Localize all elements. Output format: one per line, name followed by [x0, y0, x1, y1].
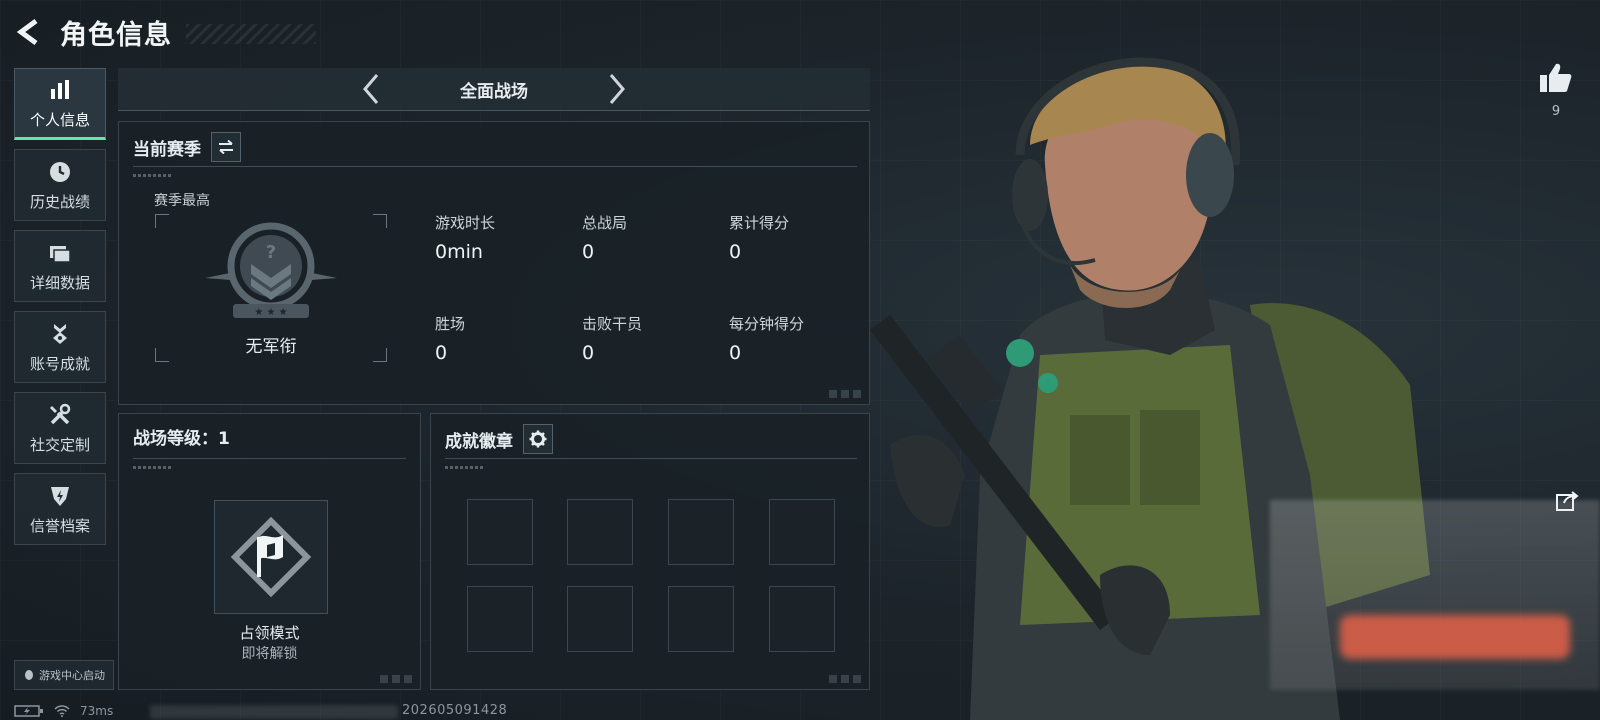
blurred-button — [1340, 615, 1570, 659]
game-center-launch-button[interactable]: 游戏中心启动 — [14, 660, 114, 690]
badge-slot[interactable] — [769, 499, 835, 565]
ping-value: 73ms — [80, 704, 114, 718]
rank-badge-icon: ? ★ ★ ★ — [205, 222, 337, 318]
blurred-overlay — [1270, 500, 1600, 690]
sidebar-item-social-custom[interactable]: 社交定制 — [14, 392, 106, 464]
status-bar: 73ms — [14, 703, 113, 719]
svg-text:★ ★ ★: ★ ★ ★ — [254, 307, 287, 318]
stat-wins: 胜场 0 — [435, 315, 466, 364]
stat-total-matches: 总战局 0 — [582, 214, 628, 263]
badge-slot[interactable] — [668, 586, 734, 652]
sidebar-item-detailed-data[interactable]: 详细数据 — [14, 230, 106, 302]
divider — [133, 458, 406, 459]
title-decoration — [186, 24, 316, 44]
rank-name: 无军衔 — [245, 337, 297, 357]
sidebar-item-label: 账号成就 — [29, 354, 90, 373]
divider-dash — [445, 466, 483, 469]
page-title: 角色信息 — [60, 19, 172, 51]
divider-dash — [133, 174, 171, 177]
badge-slot[interactable] — [467, 499, 533, 565]
blurred-text — [150, 705, 398, 719]
rank-display: ? ★ ★ ★ 无军衔 — [155, 214, 387, 362]
shield-bolt-icon — [47, 483, 73, 509]
game-center-label: 游戏中心启动 — [39, 669, 105, 682]
like-button[interactable]: 9 — [1536, 62, 1576, 119]
gear-icon — [529, 430, 547, 448]
divider — [445, 458, 857, 459]
stat-total-score: 累计得分 0 — [729, 214, 790, 263]
season-title: 当前赛季 — [133, 139, 201, 160]
badge-slot[interactable] — [668, 499, 734, 565]
battlefield-level-panel: 战场等级：1 占领模式 即将解锁 — [118, 413, 421, 690]
sidebar-item-label: 个人信息 — [29, 110, 90, 129]
badge-slot[interactable] — [467, 586, 533, 652]
folder-icon — [47, 240, 73, 266]
sidebar-item-label: 信誉档案 — [29, 516, 90, 535]
sidebar-item-label: 社交定制 — [29, 435, 90, 454]
season-switch-button[interactable] — [211, 132, 241, 162]
badges-title: 成就徽章 — [445, 431, 513, 452]
medal-icon — [47, 321, 73, 347]
badge-slot[interactable] — [769, 586, 835, 652]
sidebar-nav: 个人信息 历史战绩 详细数据 账号成就 社交定制 信誉档案 — [14, 68, 106, 554]
sidebar-item-label: 详细数据 — [29, 273, 90, 292]
season-best-label: 赛季最高 — [154, 193, 210, 209]
sidebar-item-label: 历史战绩 — [29, 192, 90, 211]
mode-unlock-tile[interactable] — [214, 500, 328, 614]
bar-chart-icon — [47, 77, 73, 103]
mode-lock-status: 即将解锁 — [241, 646, 298, 662]
badge-slot[interactable] — [567, 499, 633, 565]
flag-icon — [230, 516, 312, 598]
tools-icon — [47, 402, 73, 428]
arrow-left-icon — [16, 18, 38, 46]
mode-next-button[interactable] — [599, 71, 635, 107]
panel-corner-decoration — [829, 390, 863, 398]
panel-corner-decoration — [829, 675, 863, 683]
divider-dash — [133, 466, 171, 469]
stat-score-per-minute: 每分钟得分 0 — [729, 315, 805, 364]
badge-slot[interactable] — [567, 586, 633, 652]
stat-play-time: 游戏时长 0min — [435, 214, 496, 263]
sidebar-item-reputation[interactable]: 信誉档案 — [14, 473, 106, 545]
page-header: 角色信息 — [14, 14, 316, 51]
penguin-icon — [25, 670, 33, 680]
level-header: 战场等级：1 — [133, 424, 230, 449]
sidebar-item-achievements[interactable]: 账号成就 — [14, 311, 106, 383]
chevron-left-icon — [363, 74, 379, 104]
mode-prev-button[interactable] — [353, 71, 389, 107]
stat-kills: 击败干员 0 — [582, 315, 643, 364]
divider — [133, 166, 857, 167]
mode-title: 全面战场 — [460, 81, 528, 102]
season-panel: 当前赛季 赛季最高 ? ★ ★ ★ 无军衔 游戏时长 0min 总战局 0 累计得分… — [118, 121, 870, 405]
swap-icon — [219, 140, 233, 154]
build-id: 202605091428 — [402, 703, 508, 718]
wifi-icon — [54, 705, 70, 717]
like-count: 9 — [1551, 104, 1561, 119]
sidebar-item-personal-info[interactable]: 个人信息 — [14, 68, 106, 140]
badges-settings-button[interactable] — [523, 424, 553, 454]
badges-header: 成就徽章 — [445, 424, 553, 454]
svg-text:?: ? — [266, 242, 276, 263]
back-button[interactable] — [14, 15, 44, 49]
level-title: 战场等级：1 — [133, 429, 230, 449]
clock-history-icon — [47, 159, 73, 185]
mode-switcher: 全面战场 — [118, 68, 870, 111]
sidebar-item-history[interactable]: 历史战绩 — [14, 149, 106, 221]
thumbs-up-icon — [1540, 63, 1572, 92]
achievement-badges-panel: 成就徽章 — [430, 413, 870, 690]
season-header: 当前赛季 — [133, 132, 241, 162]
chevron-right-icon — [609, 74, 625, 104]
mode-name: 占领模式 — [239, 624, 300, 642]
battery-icon — [14, 705, 43, 717]
panel-corner-decoration — [380, 675, 414, 683]
